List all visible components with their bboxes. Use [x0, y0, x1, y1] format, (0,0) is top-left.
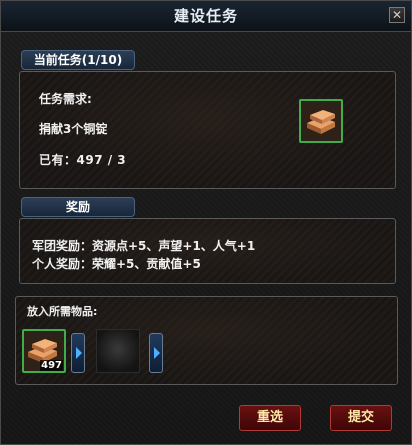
- next-arrow-button-2[interactable]: [149, 333, 163, 373]
- legion-reward-text: 军团奖励：资源点+5、声望+1、人气+1: [32, 239, 256, 253]
- title-bar[interactable]: 建设任务 ✕: [1, 1, 411, 32]
- next-arrow-button-1[interactable]: [71, 333, 85, 373]
- copper-ingot-icon[interactable]: [299, 99, 343, 143]
- reset-button[interactable]: 重选: [239, 405, 301, 431]
- close-button[interactable]: ✕: [389, 7, 405, 23]
- reward-header: 奖励: [21, 197, 135, 217]
- owned-count: 已有：497 / 3: [39, 153, 127, 167]
- submit-item-panel: 放入所需物品: 497: [15, 296, 398, 385]
- copper-ingot-slot[interactable]: 497: [22, 329, 66, 373]
- construction-task-window: 建设任务 ✕ 当前任务(1/10) 任务需求: 捐献3个铜锭 已有：497 / …: [0, 0, 412, 445]
- copper-ingot-graphic: [301, 101, 341, 141]
- submit-button[interactable]: 提交: [330, 405, 392, 431]
- window-title: 建设任务: [173, 7, 238, 25]
- personal-reward-text: 个人奖励：荣耀+5、贡献值+5: [32, 257, 201, 271]
- item-count: 497: [40, 360, 63, 371]
- place-items-label: 放入所需物品:: [27, 305, 98, 318]
- empty-slot-icon[interactable]: [96, 329, 140, 373]
- current-task-header: 当前任务(1/10): [21, 50, 135, 70]
- task-panel: 任务需求: 捐献3个铜锭 已有：497 / 3: [19, 71, 396, 189]
- reward-panel: 军团奖励：资源点+5、声望+1、人气+1 个人奖励：荣耀+5、贡献值+5: [19, 218, 396, 284]
- requirement-label: 任务需求:: [39, 92, 92, 106]
- requirement-text: 捐献3个铜锭: [39, 122, 108, 136]
